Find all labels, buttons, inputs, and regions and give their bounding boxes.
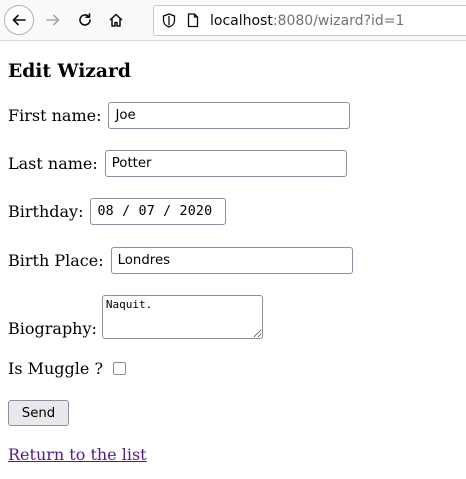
birth-place-value: Londres [117, 253, 171, 268]
muggle-label: Is Muggle ? [8, 359, 104, 378]
last-name-value: Potter [111, 156, 152, 171]
birthday-row: Birthday: 08 / 07 / 2020 [8, 198, 227, 225]
last-name-label: Last name: [8, 154, 98, 173]
birthday-input[interactable]: 08 / 07 / 2020 [90, 198, 227, 225]
muggle-checkbox[interactable] [113, 362, 127, 375]
biography-label: Biography: [8, 319, 97, 338]
url-path: :8080/wizard?id=1 [272, 12, 405, 29]
home-icon [109, 13, 123, 27]
first-name-input[interactable]: Joe [108, 102, 351, 129]
first-name-label: First name: [8, 106, 102, 125]
page-title: Edit Wizard [8, 60, 131, 82]
first-name-value: Joe [115, 108, 136, 123]
home-button[interactable] [101, 5, 131, 35]
biography-row: Biography: Naquit. [8, 295, 263, 339]
page-content: Edit Wizard First name: Joe Last name: P… [8, 40, 458, 464]
reload-icon [79, 13, 91, 26]
send-button[interactable]: Send [8, 400, 69, 426]
url-text: localhost:8080/wizard?id=1 [210, 13, 404, 29]
forward-button[interactable] [38, 5, 68, 35]
forward-arrow-icon [46, 14, 60, 26]
birth-place-row: Birth Place: Londres [8, 247, 353, 274]
back-button[interactable] [4, 5, 34, 35]
back-arrow-icon [12, 14, 26, 26]
url-bar[interactable]: localhost:8080/wizard?id=1 [153, 5, 466, 36]
birthday-label: Birthday: [8, 202, 84, 221]
return-row: Return to the list [8, 445, 147, 464]
birth-place-input[interactable]: Londres [110, 247, 353, 274]
return-to-list-link[interactable]: Return to the list [8, 445, 147, 464]
reload-button[interactable] [70, 5, 100, 35]
shield-icon[interactable] [160, 13, 178, 28]
last-name-row: Last name: Potter [8, 150, 347, 177]
browser-toolbar: localhost:8080/wizard?id=1 [0, 0, 466, 41]
birth-place-label: Birth Place: [8, 251, 104, 270]
page-info-icon[interactable] [184, 13, 202, 28]
url-host: localhost [210, 12, 273, 29]
first-name-row: First name: Joe [8, 102, 351, 129]
send-row: Send [8, 400, 69, 426]
last-name-input[interactable]: Potter [104, 150, 347, 177]
biography-textarea[interactable]: Naquit. [101, 295, 263, 339]
muggle-row: Is Muggle ? [8, 359, 127, 378]
birthday-value: 08 / 07 / 2020 [97, 204, 213, 219]
